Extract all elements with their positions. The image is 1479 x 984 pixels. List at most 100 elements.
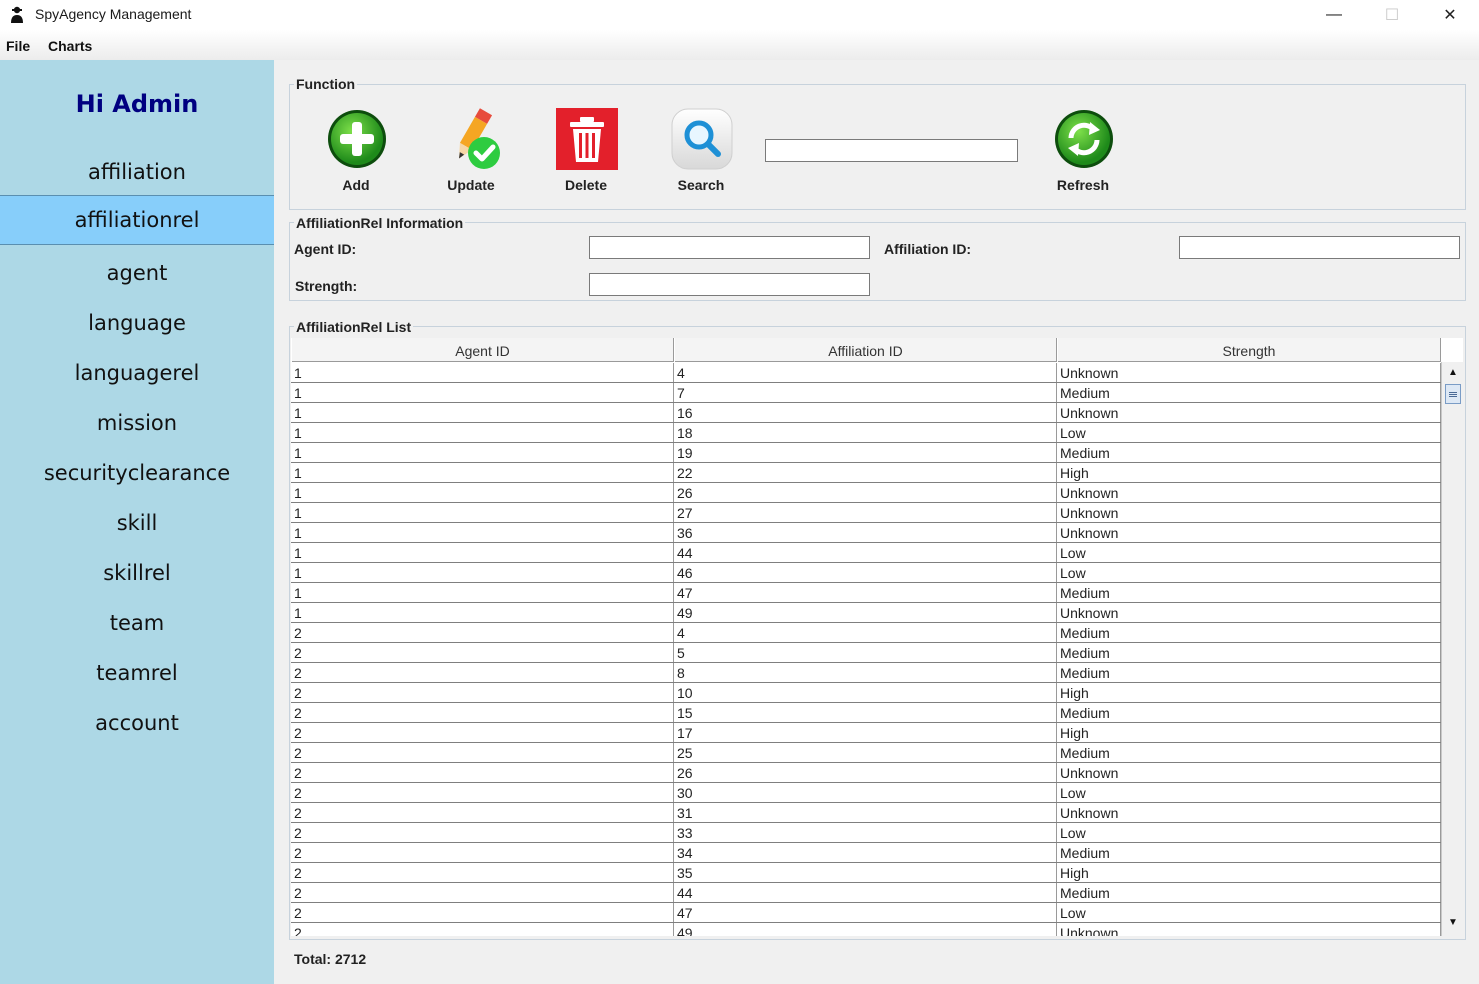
agent-id-field[interactable]: [589, 236, 870, 259]
cell-strength: Low: [1057, 903, 1441, 922]
cell-agent-id: 1: [291, 383, 674, 402]
search-button[interactable]: Search: [661, 108, 741, 198]
sidebar-item-affiliationrel[interactable]: affiliationrel: [0, 195, 274, 245]
table-row[interactable]: 2 49 Unknown: [291, 923, 1441, 936]
cell-agent-id: 1: [291, 423, 674, 442]
cell-strength: High: [1057, 463, 1441, 482]
table-row[interactable]: 1 47 Medium: [291, 583, 1441, 603]
cell-affiliation-id: 26: [674, 483, 1057, 502]
table-row[interactable]: 2 8 Medium: [291, 663, 1441, 683]
delete-label: Delete: [564, 177, 608, 193]
cell-affiliation-id: 7: [674, 383, 1057, 402]
sidebar-item-mission[interactable]: mission: [0, 398, 274, 448]
cell-agent-id: 2: [291, 683, 674, 702]
sidebar-item-account[interactable]: account: [0, 698, 274, 748]
table-header: Agent ID Affiliation ID Strength: [291, 338, 1441, 362]
table-row[interactable]: 2 4 Medium: [291, 623, 1441, 643]
menu-file[interactable]: File: [6, 38, 30, 54]
table-row[interactable]: 1 36 Unknown: [291, 523, 1441, 543]
cell-agent-id: 1: [291, 543, 674, 562]
column-header-strength[interactable]: Strength: [1057, 338, 1441, 362]
cell-affiliation-id: 35: [674, 863, 1057, 882]
update-button[interactable]: Update: [431, 108, 511, 198]
sidebar-item-agent[interactable]: agent: [0, 248, 274, 298]
table-row[interactable]: 2 10 High: [291, 683, 1441, 703]
column-header-agent-id[interactable]: Agent ID: [291, 338, 674, 362]
menu-charts[interactable]: Charts: [48, 38, 92, 54]
table-row[interactable]: 2 17 High: [291, 723, 1441, 743]
cell-affiliation-id: 31: [674, 803, 1057, 822]
table-row[interactable]: 1 26 Unknown: [291, 483, 1441, 503]
cell-agent-id: 1: [291, 483, 674, 502]
sidebar-item-affiliation[interactable]: affiliation: [0, 147, 274, 197]
app-icon: [11, 6, 23, 23]
table-row[interactable]: 1 19 Medium: [291, 443, 1441, 463]
table-row[interactable]: 1 18 Low: [291, 423, 1441, 443]
vertical-scrollbar[interactable]: ▲ ▼: [1441, 362, 1463, 936]
strength-field[interactable]: [589, 273, 870, 296]
cell-agent-id: 2: [291, 923, 674, 936]
window-title: SpyAgency Management: [35, 6, 192, 22]
cell-agent-id: 1: [291, 463, 674, 482]
data-table: Agent ID Affiliation ID Strength 1 4 Unkno…: [291, 338, 1463, 936]
refresh-label: Refresh: [1056, 177, 1110, 193]
sidebar-item-languagerel[interactable]: languagerel: [0, 348, 274, 398]
cell-strength: Unknown: [1057, 523, 1441, 542]
cell-agent-id: 1: [291, 523, 674, 542]
refresh-button[interactable]: Refresh: [1043, 108, 1123, 198]
table-row[interactable]: 2 35 High: [291, 863, 1441, 883]
table-row[interactable]: 1 7 Medium: [291, 383, 1441, 403]
delete-button[interactable]: Delete: [546, 108, 626, 198]
table-row[interactable]: 1 4 Unknown: [291, 363, 1441, 383]
function-panel-title: Function: [294, 76, 358, 92]
table-row[interactable]: 1 16 Unknown: [291, 403, 1441, 423]
cell-affiliation-id: 17: [674, 723, 1057, 742]
table-row[interactable]: 2 44 Medium: [291, 883, 1441, 903]
sidebar-item-team[interactable]: team: [0, 598, 274, 648]
cell-agent-id: 1: [291, 403, 674, 422]
sidebar-item-skill[interactable]: skill: [0, 498, 274, 548]
table-row[interactable]: 2 33 Low: [291, 823, 1441, 843]
cell-strength: Low: [1057, 783, 1441, 802]
cell-agent-id: 1: [291, 583, 674, 602]
table-row[interactable]: 2 34 Medium: [291, 843, 1441, 863]
sidebar-item-securityclearance[interactable]: securityclearance: [0, 448, 274, 498]
cell-affiliation-id: 33: [674, 823, 1057, 842]
table-row[interactable]: 2 25 Medium: [291, 743, 1441, 763]
cell-strength: Low: [1057, 543, 1441, 562]
table-row[interactable]: 2 26 Unknown: [291, 763, 1441, 783]
table-row[interactable]: 1 46 Low: [291, 563, 1441, 583]
table-row[interactable]: 2 15 Medium: [291, 703, 1441, 723]
cell-agent-id: 2: [291, 723, 674, 742]
scroll-down-icon[interactable]: ▼: [1445, 914, 1461, 930]
table-row[interactable]: 1 27 Unknown: [291, 503, 1441, 523]
sidebar-item-language[interactable]: language: [0, 298, 274, 348]
cell-strength: Medium: [1057, 883, 1441, 902]
cell-agent-id: 2: [291, 743, 674, 762]
search-input[interactable]: [765, 139, 1018, 162]
table-row[interactable]: 2 5 Medium: [291, 643, 1441, 663]
table-row[interactable]: 1 44 Low: [291, 543, 1441, 563]
table-row[interactable]: 1 49 Unknown: [291, 603, 1441, 623]
scroll-up-icon[interactable]: ▲: [1445, 364, 1461, 380]
table-row[interactable]: 1 22 High: [291, 463, 1441, 483]
column-header-affiliation-id[interactable]: Affiliation ID: [674, 338, 1057, 362]
cell-strength: Low: [1057, 823, 1441, 842]
table-row[interactable]: 2 47 Low: [291, 903, 1441, 923]
close-button[interactable]: ✕: [1421, 0, 1479, 30]
scroll-thumb[interactable]: [1445, 384, 1461, 404]
add-button[interactable]: Add: [316, 108, 396, 198]
affiliation-id-field[interactable]: [1179, 236, 1460, 259]
maximize-button[interactable]: ☐: [1363, 0, 1421, 30]
cell-affiliation-id: 25: [674, 743, 1057, 762]
cell-agent-id: 2: [291, 843, 674, 862]
sidebar-item-skillrel[interactable]: skillrel: [0, 548, 274, 598]
cell-agent-id: 2: [291, 823, 674, 842]
minimize-button[interactable]: —: [1305, 0, 1363, 30]
cell-affiliation-id: 22: [674, 463, 1057, 482]
cell-agent-id: 2: [291, 623, 674, 642]
sidebar-item-teamrel[interactable]: teamrel: [0, 648, 274, 698]
cell-strength: Medium: [1057, 703, 1441, 722]
table-row[interactable]: 2 31 Unknown: [291, 803, 1441, 823]
table-row[interactable]: 2 30 Low: [291, 783, 1441, 803]
